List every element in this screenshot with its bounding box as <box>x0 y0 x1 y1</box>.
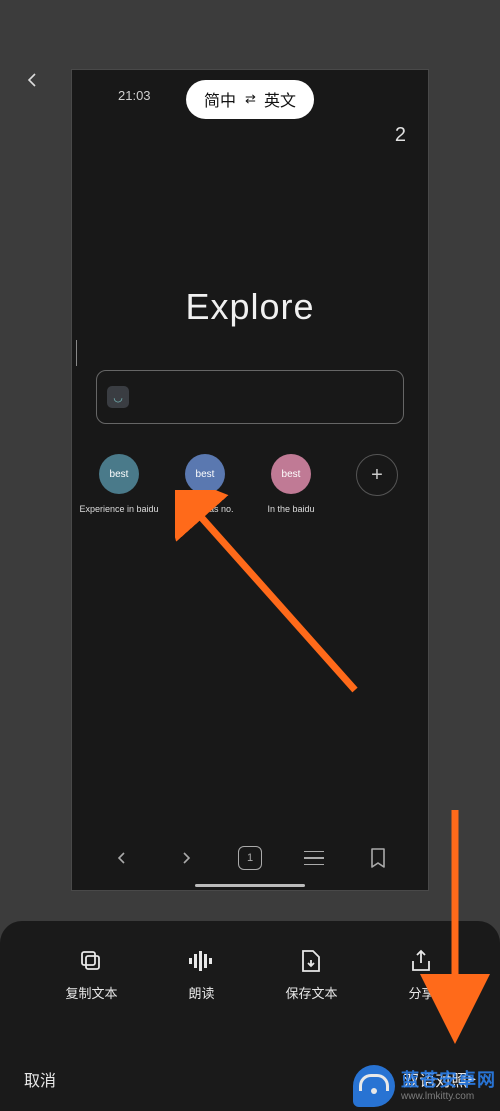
page-title: Explore <box>72 286 428 328</box>
browser-nav: 1 <box>72 844 428 872</box>
share-button[interactable]: 分享 <box>408 947 434 1002</box>
tile-icon: best <box>185 454 225 494</box>
speed-dial-add[interactable]: + <box>344 454 410 514</box>
nav-menu[interactable] <box>300 844 328 872</box>
tile-icon: best <box>99 454 139 494</box>
speed-dial-item[interactable]: best Experience in baidu <box>86 454 152 514</box>
share-icon <box>410 947 432 975</box>
home-indicator <box>195 884 305 887</box>
speed-dial-row: best Experience in baidu best There was … <box>86 454 410 514</box>
save-text-button[interactable]: 保存文本 <box>285 947 337 1002</box>
nav-tabs[interactable]: 1 <box>236 844 264 872</box>
watermark-logo-icon <box>353 1065 395 1107</box>
phone-frame: 21:03 简中 ⇄ 英文 2 Explore ◡ best Experienc… <box>72 70 428 890</box>
text-cursor <box>76 340 77 366</box>
cancel-button[interactable]: 取消 <box>24 1067 56 1091</box>
search-bar[interactable]: ◡ <box>96 370 404 424</box>
search-engine-icon: ◡ <box>107 386 129 408</box>
watermark-url: www.lmkitty.com <box>401 1091 496 1103</box>
file-icon <box>301 947 321 975</box>
plus-icon: + <box>356 454 398 496</box>
swap-icon: ⇄ <box>245 91 255 107</box>
nav-forward[interactable] <box>172 844 200 872</box>
speed-dial-item[interactable]: best In the baidu <box>258 454 324 514</box>
tile-icon: best <box>271 454 311 494</box>
watermark-brand: 蓝苍安卓网 <box>401 1070 496 1091</box>
clock: 21:03 <box>118 88 151 103</box>
page-count: 2 <box>395 124 406 147</box>
audio-icon <box>188 947 214 975</box>
copy-icon <box>79 947 103 975</box>
read-aloud-button[interactable]: 朗读 <box>188 947 214 1002</box>
speed-dial-item[interactable]: best There was no. <box>172 454 238 514</box>
translate-pill[interactable]: 简中 ⇄ 英文 <box>186 80 314 119</box>
lang-to: 英文 <box>264 87 296 111</box>
nav-bookmark[interactable] <box>364 844 392 872</box>
tile-label: Experience in baidu <box>79 504 158 514</box>
tile-label: In the baidu <box>267 504 314 514</box>
watermark: 蓝苍安卓网 www.lmkitty.com <box>353 1065 496 1107</box>
lang-from: 简中 <box>204 87 236 111</box>
copy-text-button[interactable]: 复制文本 <box>65 947 117 1002</box>
tile-label: There was no. <box>176 504 233 514</box>
nav-back[interactable] <box>108 844 136 872</box>
back-button[interactable] <box>24 72 40 88</box>
